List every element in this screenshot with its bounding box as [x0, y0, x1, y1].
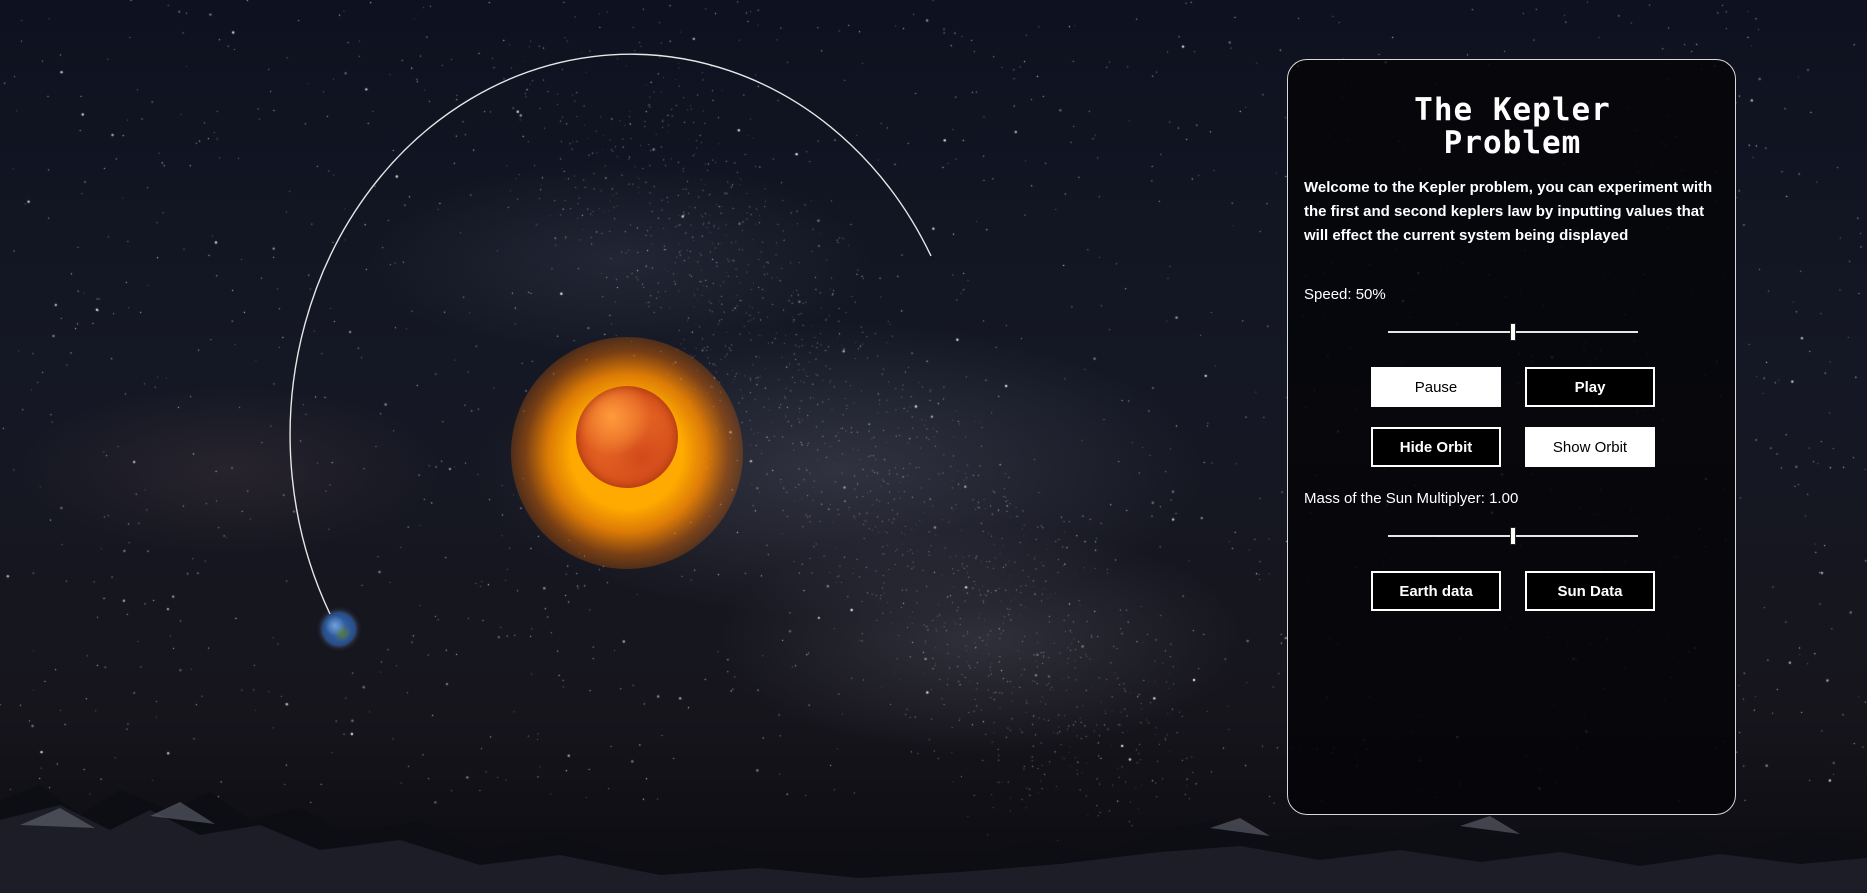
speed-label: Speed:: [1304, 286, 1352, 303]
pause-button[interactable]: Pause: [1371, 367, 1501, 407]
title-line-2: Problem: [1443, 125, 1582, 161]
earth-data-button[interactable]: Earth data: [1371, 571, 1501, 611]
hide-orbit-button[interactable]: Hide Orbit: [1371, 427, 1501, 467]
mass-slider-thumb[interactable]: [1510, 527, 1516, 545]
earth: [322, 612, 356, 646]
speed-readout: Speed: 50%: [1304, 286, 1386, 303]
title-line-1: The Kepler: [1414, 92, 1611, 128]
mass-readout: Mass of the Sun Multiplyer: 1.00: [1304, 490, 1518, 507]
sun-data-button[interactable]: Sun Data: [1525, 571, 1655, 611]
control-panel: The Kepler Problem Welcome to the Kepler…: [1287, 59, 1736, 815]
sun: [576, 386, 678, 488]
mass-label: Mass of the Sun Multiplyer:: [1304, 490, 1485, 507]
show-orbit-button[interactable]: Show Orbit: [1525, 427, 1655, 467]
play-button[interactable]: Play: [1525, 367, 1655, 407]
intro-text: Welcome to the Kepler problem, you can e…: [1304, 179, 1713, 244]
speed-slider-thumb[interactable]: [1510, 323, 1516, 341]
speed-value: 50%: [1355, 286, 1386, 303]
mass-value: 1.00: [1489, 490, 1519, 507]
page-title: The Kepler Problem: [1288, 94, 1737, 160]
speed-slider[interactable]: [1388, 323, 1638, 341]
mass-slider[interactable]: [1388, 527, 1638, 545]
